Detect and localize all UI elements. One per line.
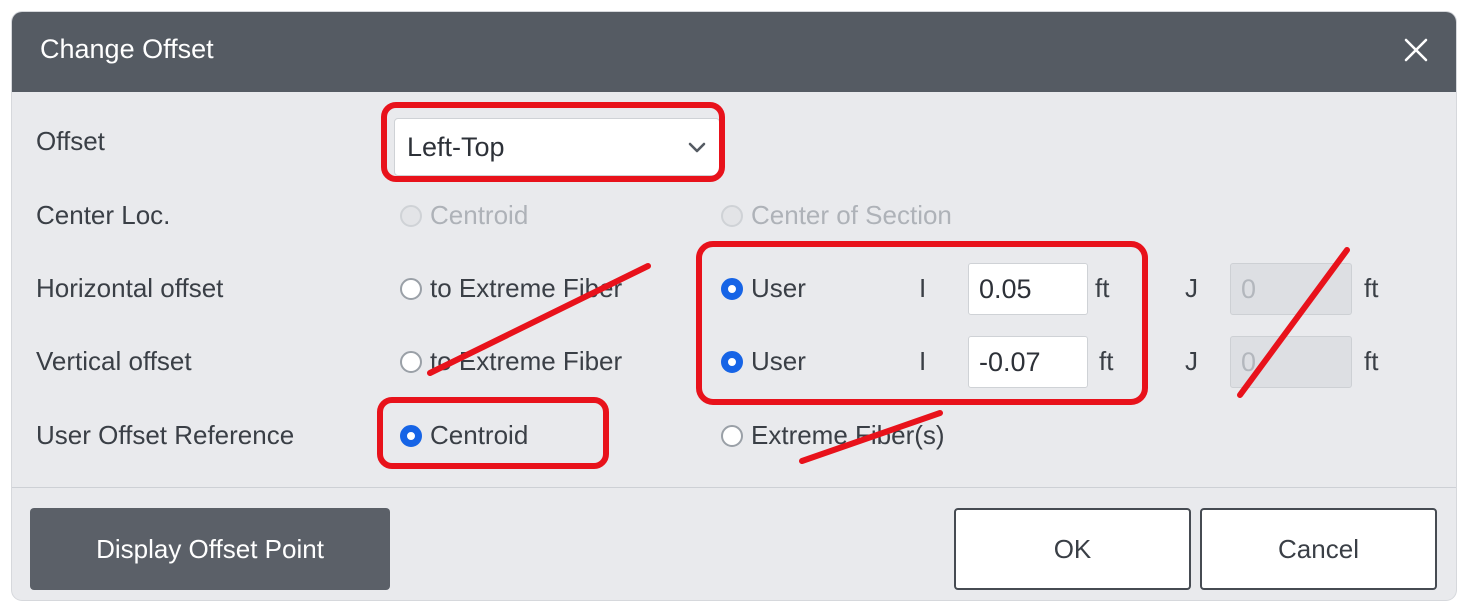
vertical-j-label: J [1185, 346, 1198, 376]
display-offset-point-button[interactable]: Display Offset Point [30, 508, 390, 590]
radio-dot [721, 424, 743, 447]
horizontal-j-label: J [1185, 273, 1198, 303]
cancel-button[interactable]: Cancel [1200, 508, 1437, 590]
radio-dot-selected [721, 350, 743, 373]
vertical-user-label: User [751, 346, 806, 376]
radio-dot [721, 204, 743, 227]
radio-dot [400, 350, 422, 373]
horizontal-extreme-fiber-radio[interactable]: to Extreme Fiber [400, 273, 622, 304]
vertical-extreme-fiber-label: to Extreme Fiber [430, 346, 623, 376]
ok-label: OK [1053, 533, 1092, 564]
horizontal-offset-label: Horizontal offset [36, 273, 224, 303]
center-loc-section-label: Center of Section [751, 200, 952, 230]
center-loc-label: Center Loc. [36, 200, 171, 230]
reference-extreme-fibers-radio[interactable]: Extreme Fiber(s) [721, 420, 945, 451]
center-loc-centroid-radio: Centroid [400, 200, 528, 231]
vertical-j-unit: ft [1364, 346, 1379, 376]
display-offset-point-label: Display Offset Point [96, 533, 324, 564]
horizontal-extreme-fiber-label: to Extreme Fiber [430, 273, 623, 303]
user-offset-reference-label: User Offset Reference [36, 420, 295, 450]
vertical-user-radio[interactable]: User [721, 346, 806, 377]
reference-extreme-fibers-label: Extreme Fiber(s) [751, 420, 945, 450]
radio-dot-selected [721, 277, 743, 300]
radio-dot-selected [400, 424, 422, 447]
horizontal-user-label: User [751, 273, 806, 303]
horizontal-j-unit: ft [1364, 273, 1379, 303]
offset-select[interactable]: Left-Top [394, 118, 720, 176]
cancel-label: Cancel [1278, 533, 1359, 564]
reference-centroid-label: Centroid [430, 420, 529, 450]
center-loc-centroid-label: Centroid [430, 200, 529, 230]
vertical-i-label: I [919, 346, 927, 376]
vertical-extreme-fiber-radio[interactable]: to Extreme Fiber [400, 346, 622, 377]
radio-dot [400, 277, 422, 300]
vertical-i-input[interactable] [968, 336, 1088, 388]
dialog-title: Change Offset [40, 34, 214, 64]
vertical-j-input [1230, 336, 1352, 388]
vertical-i-unit: ft [1099, 346, 1114, 376]
center-loc-section-radio: Center of Section [721, 200, 952, 231]
footer-divider [12, 487, 1456, 488]
radio-dot [400, 204, 422, 227]
horizontal-i-label: I [919, 273, 927, 303]
offset-select-value: Left-Top [407, 132, 505, 162]
vertical-offset-label: Vertical offset [36, 346, 192, 376]
close-icon [1404, 38, 1428, 62]
dialog-titlebar: Change Offset [12, 12, 1456, 92]
offset-label: Offset [36, 126, 105, 156]
change-offset-dialog: Change Offset Offset Left-Top Center Loc… [12, 12, 1456, 600]
ok-button[interactable]: OK [954, 508, 1191, 590]
horizontal-user-radio[interactable]: User [721, 273, 806, 304]
chevron-down-icon [688, 142, 706, 153]
horizontal-j-input [1230, 263, 1352, 315]
reference-centroid-radio[interactable]: Centroid [400, 420, 528, 451]
close-button[interactable] [1394, 28, 1438, 72]
horizontal-i-input[interactable] [968, 263, 1088, 315]
horizontal-i-unit: ft [1095, 273, 1110, 303]
